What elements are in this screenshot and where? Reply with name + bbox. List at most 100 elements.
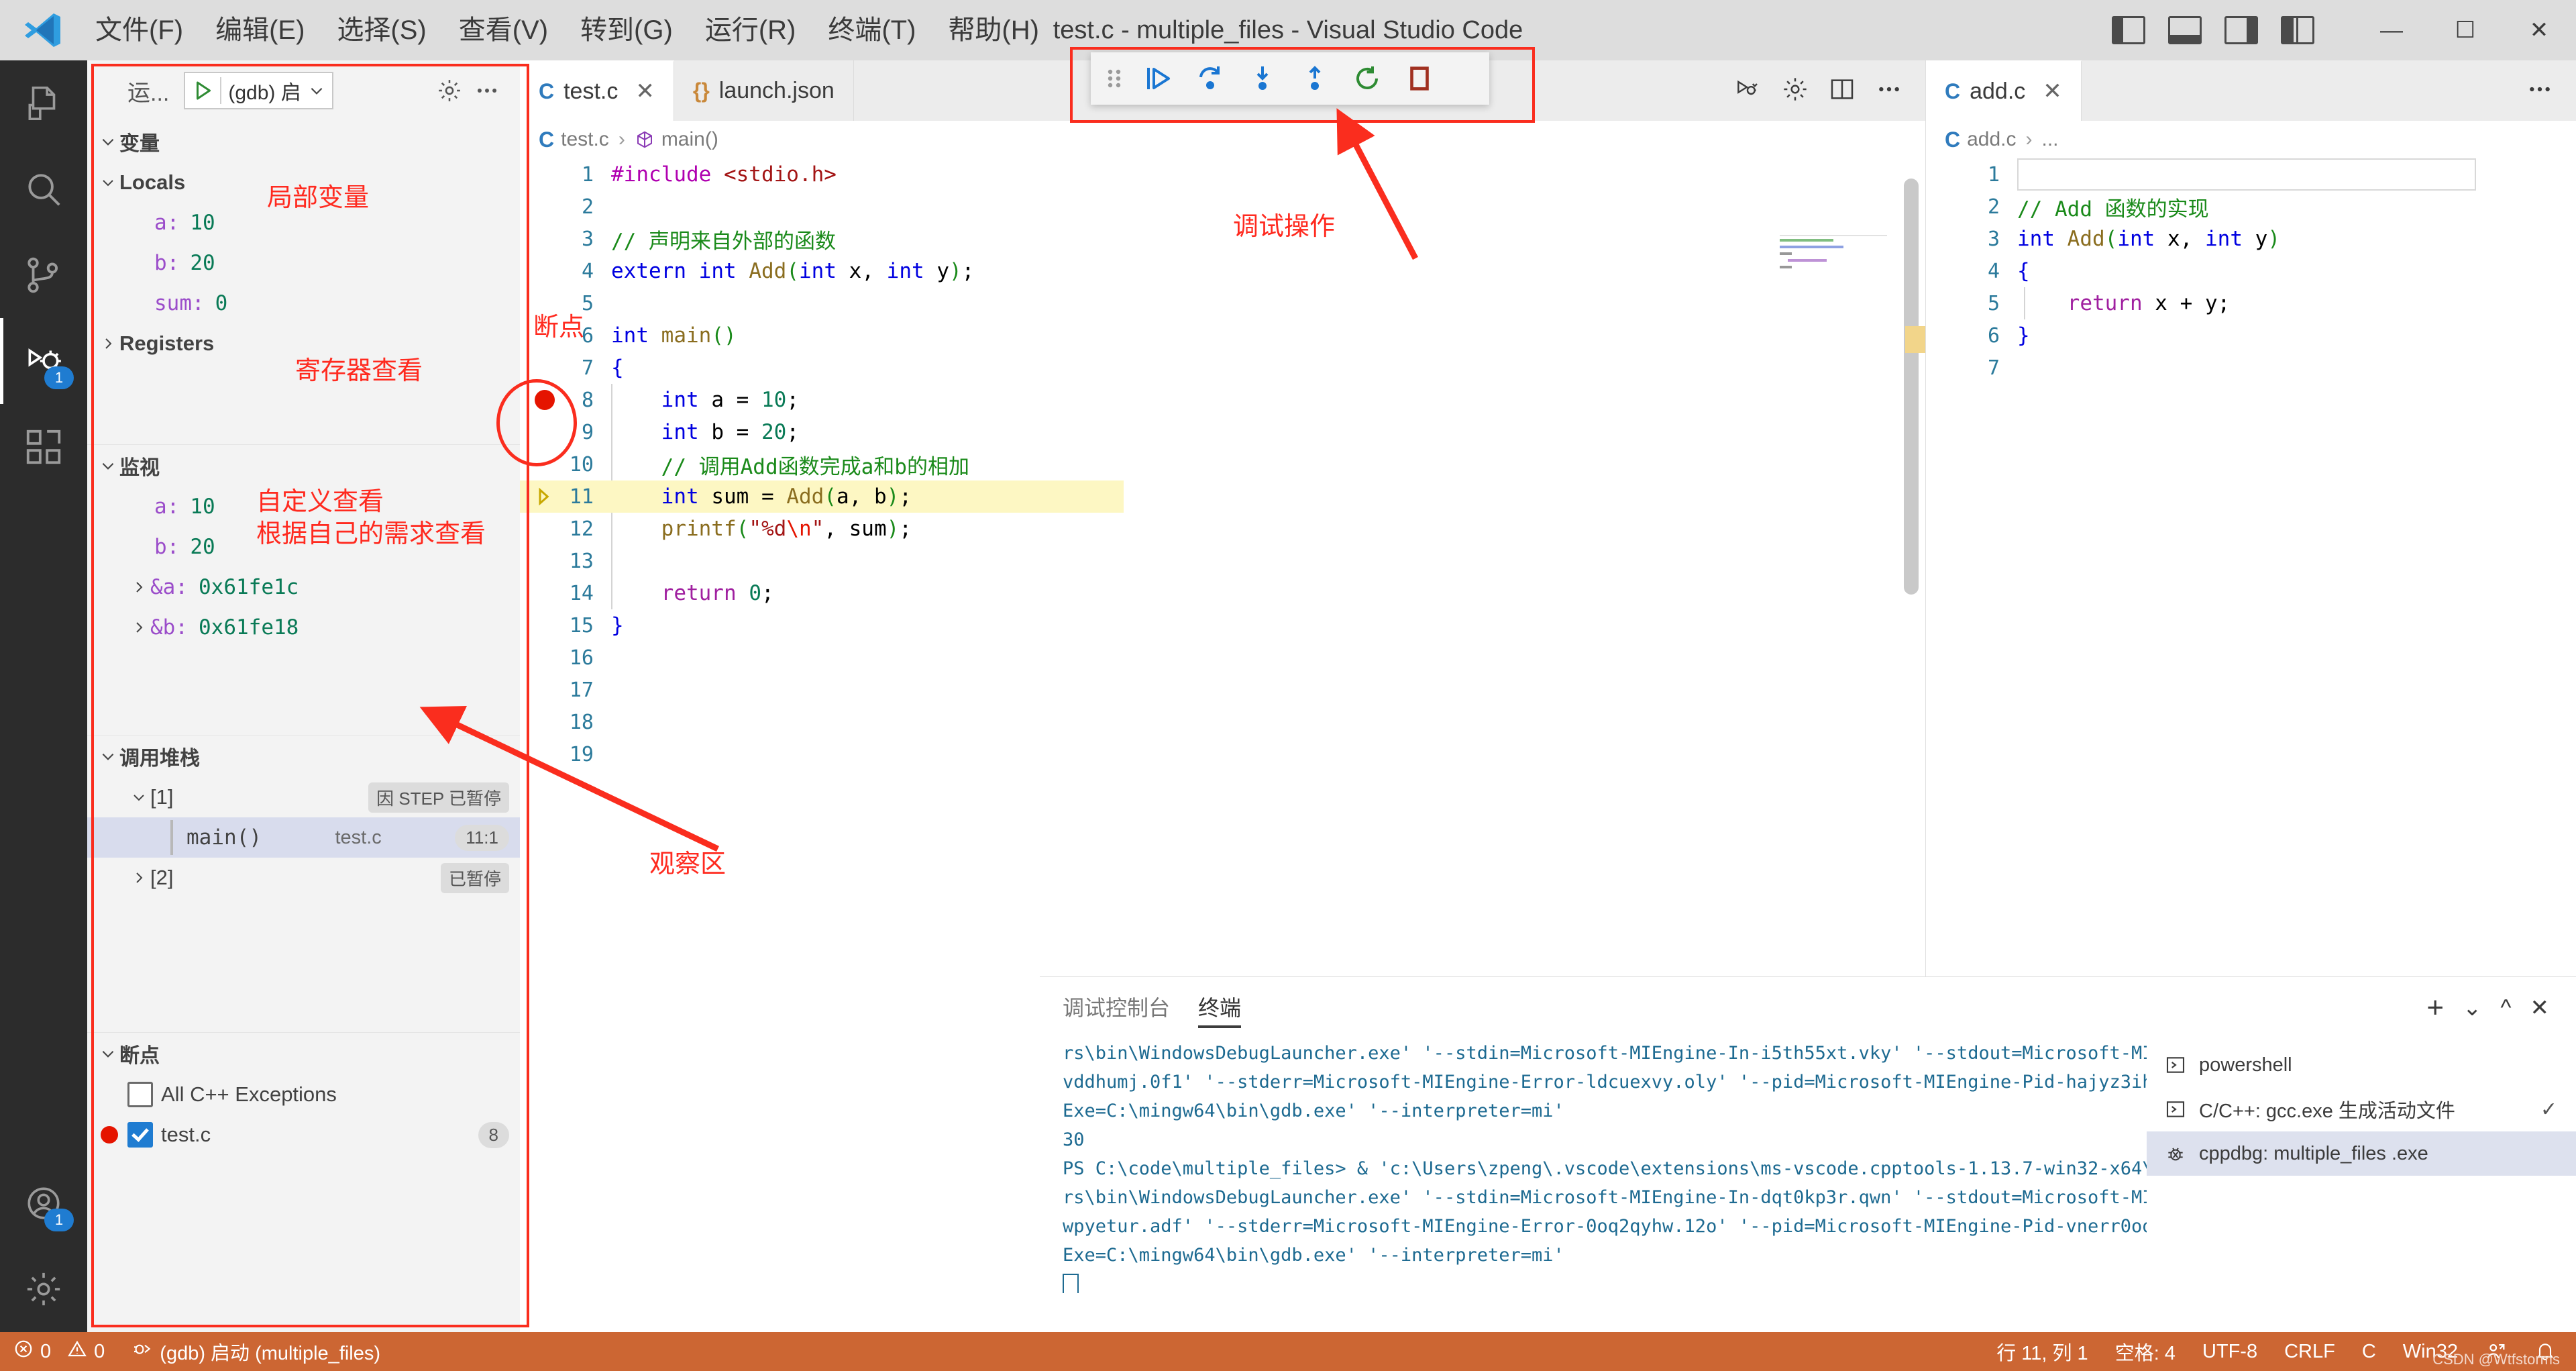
maximize-button[interactable]: ☐ [2428,0,2502,60]
watch-row[interactable]: &b: 0x61fe18 [87,607,520,648]
code-line[interactable]: 18 [520,706,1925,738]
maximize-panel-icon[interactable]: ^ [2501,995,2512,1021]
terminal-output[interactable]: rs\bin\WindowsDebugLauncher.exe' '--stdi… [1040,1039,2147,1293]
close-icon[interactable]: ✕ [635,78,655,105]
editor-more-actions-icon[interactable] [1876,76,1902,106]
menu-edit[interactable]: 编辑(E) [199,0,321,60]
menu-go[interactable]: 转到(G) [564,0,689,60]
code-line[interactable]: 13 [520,545,1925,577]
code-line[interactable]: 1 #include <stdio.h> [520,158,1925,191]
status-eol[interactable]: CRLF [2271,1332,2349,1371]
breadcrumb[interactable]: C test.c › main() [520,121,1925,158]
breadcrumb-file[interactable]: add.c [1967,128,2016,151]
activity-explorer[interactable] [0,60,87,146]
toggle-secondary-sidebar-icon[interactable] [2224,16,2258,44]
status-live-share-icon[interactable] [2471,1332,2521,1371]
activity-accounts[interactable]: 1 [0,1160,87,1246]
code-line[interactable]: 3 // 声明来自外部的函数 [520,223,1925,255]
restart-button[interactable] [1343,54,1391,103]
terminal-item-cppdbg[interactable]: cppdbg: multiple_files .exe [2147,1131,2576,1176]
code-line[interactable]: 6 int main() [520,319,1925,352]
callstack-thread-row[interactable]: [1] 因 STEP 已暂停 [87,777,520,817]
tab-debug-console[interactable]: 调试控制台 [1063,977,1170,1039]
code-line[interactable]: 5 [520,287,1925,319]
menu-view[interactable]: 查看(V) [443,0,564,60]
launch-config-dropdown[interactable]: (gdb) 启 [184,72,333,109]
code-line[interactable]: 9 int b = 20; [520,416,1925,448]
status-problems[interactable]: 0 0 [0,1332,118,1371]
breadcrumb-symbol[interactable]: main() [661,128,718,151]
code-line[interactable]: 12 printf("%d\n", sum); [520,513,1925,545]
continue-button[interactable] [1134,54,1182,103]
menu-selection[interactable]: 选择(S) [321,0,442,60]
breadcrumb-file[interactable]: test.c [561,128,609,151]
code-line[interactable]: 14 return 0; [520,577,1925,609]
terminal-item-gcc-task[interactable]: C/C++: gcc.exe 生成活动文件 ✓ [2147,1087,2576,1131]
activity-search[interactable] [0,146,87,232]
activity-manage-gear-icon[interactable] [0,1246,87,1332]
code-line[interactable]: 16 [520,642,1925,674]
step-out-button[interactable] [1291,54,1339,103]
minimap-slider[interactable] [1905,326,1925,353]
callstack-frame-row[interactable]: main() test.c 11:1 [87,817,520,858]
activity-extensions[interactable] [0,404,87,490]
menu-bar[interactable]: 文件(F) 编辑(E) 选择(S) 查看(V) 转到(G) 运行(R) 终端(T… [79,0,1055,60]
customize-layout-icon[interactable] [2281,16,2314,44]
code-line[interactable]: 19 [520,738,1925,770]
chevron-down-icon[interactable]: ⌄ [2463,995,2482,1021]
code-line[interactable]: 7{ [520,352,1925,384]
code-line-current-execution[interactable]: 11 int sum = Add(a, b); [520,480,1124,513]
open-launch-settings-gear-icon[interactable] [437,78,462,103]
code-editor-test-c[interactable]: 1 #include <stdio.h> 2 3 // 声明来自外部的函数 4 ext… [520,158,1925,1016]
watch-row[interactable]: &a: 0x61fe1c [87,567,520,607]
breakpoint-checkbox[interactable] [127,1082,153,1107]
code-line[interactable]: 1 [1926,158,2576,191]
status-encoding[interactable]: UTF-8 [2189,1332,2271,1371]
minimize-button[interactable]: — [2355,0,2428,60]
run-or-debug-icon[interactable] [1732,77,1762,105]
watch-row[interactable]: a: 10 [87,487,520,527]
code-line[interactable]: 17 [520,674,1925,706]
tab-add-c[interactable]: C add.c ✕ [1926,60,2082,121]
status-cursor-position[interactable]: 行 11, 列 1 [1983,1332,2101,1371]
drag-handle-icon[interactable] [1099,54,1130,103]
variable-row[interactable]: a: 10 [87,203,520,243]
terminal-item-powershell[interactable]: powershell [2147,1043,2576,1087]
status-language-mode[interactable]: C [2349,1332,2390,1371]
editor-scrollbar[interactable] [1904,179,1919,595]
code-line[interactable]: 2 // Add 函数的实现 [1926,191,2576,223]
status-debug-config[interactable]: (gdb) 启动 (multiple_files) [118,1332,394,1371]
breakpoint-row[interactable]: All C++ Exceptions [87,1074,520,1115]
new-terminal-icon[interactable]: + [2426,993,2444,1022]
tab-launch-json[interactable]: {} launch.json [674,60,854,121]
code-line[interactable]: 3 int Add(int x, int y) [1926,223,2576,255]
breakpoint-glyph-icon[interactable] [520,384,608,416]
close-panel-icon[interactable]: ✕ [2530,995,2550,1021]
step-over-button[interactable] [1186,54,1234,103]
start-debugging-icon[interactable] [185,79,220,103]
gear-icon[interactable] [1782,76,1809,106]
breakpoint-checkbox[interactable] [127,1122,153,1148]
activity-source-control[interactable] [0,232,87,318]
chevron-down-icon[interactable] [308,82,332,99]
code-line[interactable]: 7 [1926,352,2576,384]
toggle-primary-sidebar-icon[interactable] [2112,16,2145,44]
editor-more-actions-icon[interactable] [2526,76,2553,106]
code-line[interactable]: 6} [1926,319,2576,352]
variables-section-header[interactable]: 变量 [87,121,520,162]
tab-terminal[interactable]: 终端 [1198,977,1242,1039]
toggle-panel-icon[interactable] [2168,16,2202,44]
code-editor-add-c[interactable]: 1 2 // Add 函数的实现 3 int Add(int x, int y) 4… [1926,158,2576,1016]
sidebar-more-actions-icon[interactable] [474,78,500,103]
menu-terminal[interactable]: 终端(T) [812,0,932,60]
callstack-section-header[interactable]: 调用堆栈 [87,735,520,777]
scope-registers[interactable]: Registers [87,323,520,364]
variable-row[interactable]: b: 20 [87,243,520,283]
breakpoint-row[interactable]: test.c 8 [87,1115,520,1155]
watch-section-header[interactable]: 监视 [87,445,520,487]
code-line[interactable]: 2 [520,191,1925,223]
code-line[interactable]: 4 extern int Add(int x, int y); [520,255,1925,287]
status-indentation[interactable]: 空格: 4 [2102,1332,2189,1371]
variable-row[interactable]: sum: 0 [87,283,520,323]
code-line[interactable]: 15} [520,609,1925,642]
